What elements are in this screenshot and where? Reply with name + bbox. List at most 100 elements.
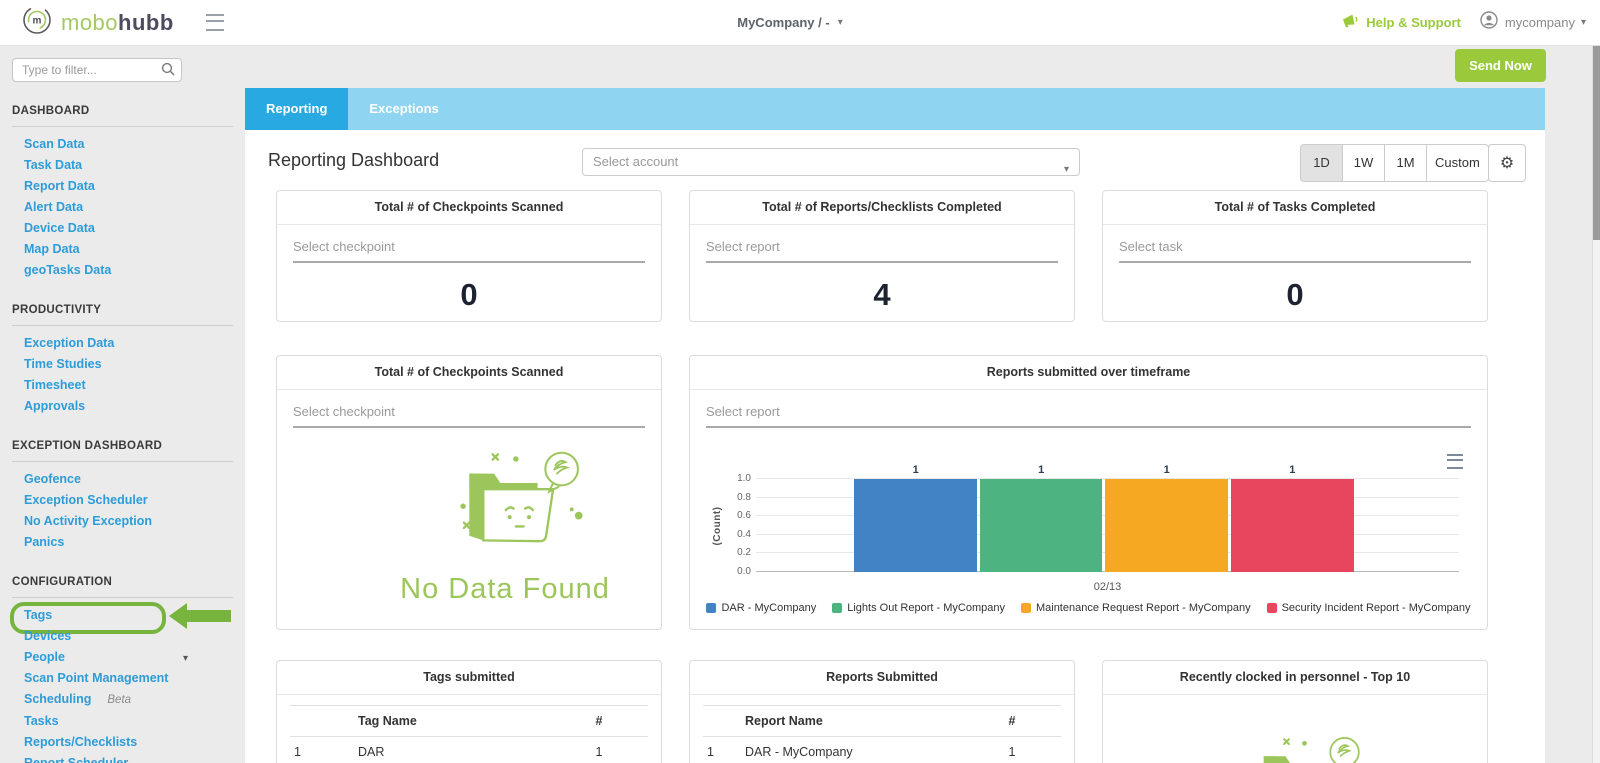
sidebar-item-tags[interactable]: Tags [0,605,245,626]
sidebar-item-alert-data[interactable]: Alert Data [0,197,245,218]
checkpoint-select[interactable]: Select checkpoint [293,404,645,428]
sidebar-item-label: Task Data [24,158,82,172]
user-icon [1480,11,1498,34]
bar-security-incident-report-mycompany[interactable]: 1 [1231,479,1354,572]
bar-value-label: 1 [854,464,977,476]
sidebar-item-scan-data[interactable]: Scan Data [0,134,245,155]
settings-button[interactable]: ⚙ [1488,144,1526,182]
stat-value: 4 [706,277,1058,313]
select-report[interactable]: Select report [706,239,1058,263]
y-axis-tick-label: 1.0 [724,473,751,484]
bar-value-label: 1 [980,464,1103,476]
range-button-custom[interactable]: Custom [1427,144,1489,182]
scrollbar-track [1592,45,1600,763]
sidebar-item-exception-data[interactable]: Exception Data [0,333,245,354]
sidebar-item-geofence[interactable]: Geofence [0,469,245,490]
sidebar-item-label: Reports/Checklists [24,735,137,749]
sidebar-item-scheduling[interactable]: SchedulingBeta [0,689,245,711]
arrow-shaft [187,610,231,622]
card-body: Select task0 [1103,225,1487,321]
main-panel: Reporting Dashboard Select account ▾ 1D1… [245,130,1545,763]
sidebar-item-time-studies[interactable]: Time Studies [0,354,245,375]
sidebar-item-label: Exception Scheduler [24,493,148,507]
logo[interactable]: m mobohubb [0,5,174,40]
chevron-down-icon: ▾ [1064,157,1069,183]
menu-toggle-icon[interactable] [206,14,224,31]
row-index: 1 [290,737,354,763]
legend-label: Lights Out Report - MyCompany [847,602,1005,614]
select-task[interactable]: Select task [1119,239,1471,263]
card-body: Tag Name#1DAR1 [277,695,661,763]
card-body: Report Name#1DAR - MyCompany1 [690,695,1074,763]
svg-text:m: m [33,16,42,27]
help-support-link[interactable]: Help & Support [1366,15,1461,30]
sidebar-item-label: Tasks [24,714,59,728]
callout-arrow [169,603,231,629]
sidebar-filter-input[interactable] [12,58,182,82]
bar-dar-mycompany[interactable]: 1 [854,479,977,572]
legend-item-maintenance-request-report-mycompany[interactable]: Maintenance Request Report - MyCompany [1021,602,1251,614]
legend-label: Maintenance Request Report - MyCompany [1036,602,1251,614]
company-selector-label: MyCompany / - [737,15,829,30]
legend-item-dar-mycompany[interactable]: DAR - MyCompany [706,602,816,614]
legend-item-security-incident-report-mycompany[interactable]: Security Incident Report - MyCompany [1267,602,1471,614]
send-now-button[interactable]: Send Now [1455,49,1546,82]
sidebar-item-people[interactable]: People▾ [0,647,245,668]
tab-exceptions[interactable]: Exceptions [348,88,459,130]
sidebar-item-devices[interactable]: Devices [0,626,245,647]
logo-text-mobo: mobo [61,10,118,35]
sidebar-item-no-activity-exception[interactable]: No Activity Exception [0,511,245,532]
sidebar-item-report-data[interactable]: Report Data [0,176,245,197]
y-axis-tick-label: 0.4 [724,529,751,540]
sidebar-item-device-data[interactable]: Device Data [0,218,245,239]
table-index-header [290,706,354,737]
card-title: Reports submitted over timeframe [690,356,1487,390]
total-of-reports-checklists-completed-card: Total # of Reports/Checklists CompletedS… [689,190,1075,322]
report-select[interactable]: Select report [706,404,1471,428]
sidebar-item-tasks[interactable]: Tasks [0,711,245,732]
sidebar-item-scan-point-management[interactable]: Scan Point Management [0,668,245,689]
stat-value: 0 [293,277,645,313]
sidebar-item-map-data[interactable]: Map Data [0,239,245,260]
sidebar-item-timesheet[interactable]: Timesheet [0,375,245,396]
sidebar-item-label: Exception Data [24,336,114,350]
sidebar-section-title: CONFIGURATION [0,576,245,588]
total-of-checkpoints-scanned-card: Total # of Checkpoints ScannedSelect che… [276,190,662,322]
sidebar-item-label: Geofence [24,472,81,486]
account-select[interactable]: Select account ▾ [582,148,1080,176]
tab-reporting[interactable]: Reporting [245,88,348,130]
sidebar-item-label: Approvals [24,399,85,413]
divider [12,325,233,326]
sidebar-section: CONFIGURATION TagsDevicesPeople▾ Scan Poin… [0,576,245,763]
chevron-down-icon[interactable]: ▾ [183,651,188,666]
sidebar-item-geotasks-data[interactable]: geoTasks Data [0,260,245,281]
card-body: Select checkpoint [277,390,661,629]
legend-item-lights-out-report-mycompany[interactable]: Lights Out Report - MyCompany [832,602,1005,614]
select-checkpoint[interactable]: Select checkpoint [293,239,645,263]
sidebar-item-approvals[interactable]: Approvals [0,396,245,417]
gear-icon: ⚙ [1500,153,1514,172]
range-button-1d[interactable]: 1D [1300,144,1343,182]
table-name-header: Report Name [741,706,963,737]
sidebar-item-reports-checklists[interactable]: Reports/Checklists [0,732,245,753]
sidebar-item-panics[interactable]: Panics [0,532,245,553]
sidebar-item-label: Scan Point Management [24,671,168,685]
account-menu[interactable]: mycompany ▾ [1505,15,1586,30]
scrollbar-thumb[interactable] [1593,45,1600,240]
megaphone-icon [1342,13,1359,33]
bar-maintenance-request-report-mycompany[interactable]: 1 [1105,479,1228,572]
sidebar-item-label: Scheduling [24,692,91,706]
sidebar-item-report-scheduler[interactable]: Report Scheduler [0,753,245,763]
company-selector[interactable]: MyCompany / - ▾ [737,15,843,30]
search-icon[interactable] [161,62,175,81]
bar-lights-out-report-mycompany[interactable]: 1 [980,479,1103,572]
sidebar-item-exception-scheduler[interactable]: Exception Scheduler [0,490,245,511]
sidebar-item-task-data[interactable]: Task Data [0,155,245,176]
row-index: 1 [703,737,741,763]
table-count-header: # [550,706,648,737]
range-button-group: 1D1W1MCustom [1300,144,1489,182]
range-button-1m[interactable]: 1M [1385,144,1427,182]
chart-context-menu-icon[interactable] [1447,454,1463,469]
bar-value-label: 1 [1105,464,1228,476]
range-button-1w[interactable]: 1W [1343,144,1385,182]
